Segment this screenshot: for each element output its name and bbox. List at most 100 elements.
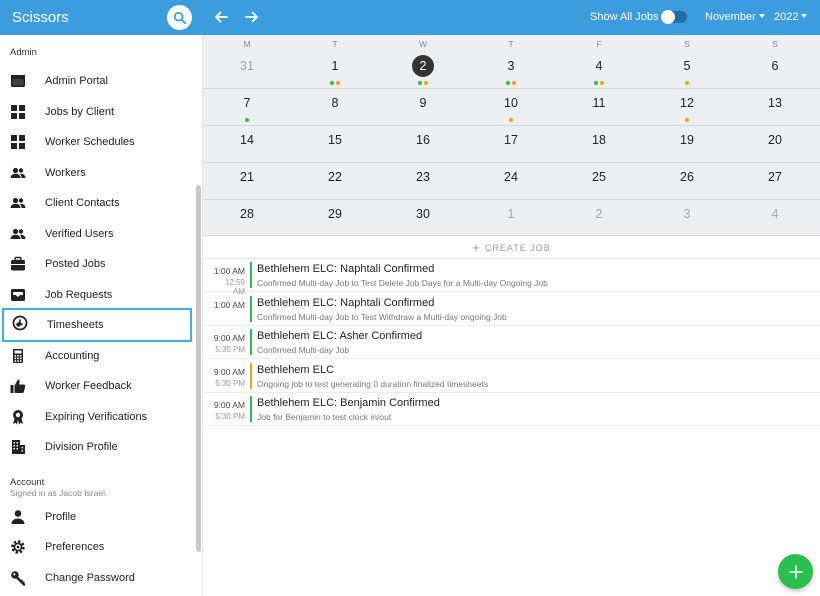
job-start-time: 1:00 AM xyxy=(213,299,245,310)
sidebar-item-workers[interactable]: Workers xyxy=(0,158,194,188)
year-select[interactable]: 2022 xyxy=(774,11,808,23)
calendar-day[interactable]: 10 xyxy=(491,89,531,123)
calendar-day[interactable]: 16 xyxy=(403,126,443,160)
day-number: 31 xyxy=(240,59,254,73)
job-title: Bethlehem ELC: Asher Confirmed xyxy=(257,330,423,342)
calendar-day[interactable]: 20 xyxy=(755,126,795,160)
sidebar-item-client-contacts[interactable]: Client Contacts xyxy=(0,188,194,218)
sidebar-item-worker-schedules[interactable]: Worker Schedules xyxy=(0,127,194,157)
calendar-day[interactable]: 18 xyxy=(579,126,619,160)
job-end-time: 5:30 PM xyxy=(215,378,245,388)
calendar-day[interactable]: 9 xyxy=(403,89,443,123)
calendar-day[interactable]: 15 xyxy=(315,126,355,160)
calendar-day[interactable]: 26 xyxy=(667,163,707,197)
calendar-day[interactable]: 11 xyxy=(579,89,619,123)
weekday-header: S xyxy=(684,39,690,49)
calendar-day[interactable]: 1 xyxy=(491,200,531,234)
sidebar-item-verified-users[interactable]: Verified Users xyxy=(0,219,194,249)
calendar-day[interactable]: 12 xyxy=(667,89,707,123)
calendar-day[interactable]: 3 xyxy=(667,200,707,234)
pending-dot xyxy=(512,81,516,85)
gear-icon xyxy=(11,540,25,554)
calendar-grid: M T W T F S S 31 1 2 3 4 5 6 7 8 9 10 11 12 13 14 15 16 17 18 19 20… xyxy=(203,35,820,236)
search-button[interactable] xyxy=(167,5,192,30)
sidebar-item-label: Job Requests xyxy=(45,289,113,301)
calendar-day[interactable]: 7 xyxy=(227,89,267,123)
calendar-day[interactable]: 22 xyxy=(315,163,355,197)
job-start-time: 9:00 AM xyxy=(213,333,245,343)
calendar-day[interactable]: 30 xyxy=(403,200,443,234)
job-list-item[interactable]: 9:00 AM 5:30 PM Bethlehem ELC: Benjamin Co… xyxy=(203,393,820,426)
day-number: 6 xyxy=(771,59,779,73)
day-number: 4 xyxy=(771,207,779,221)
day-number: 11 xyxy=(592,96,606,110)
sidebar-item-expiring-verifications[interactable]: Expiring Verifications xyxy=(0,402,194,432)
sidebar-item-posted-jobs[interactable]: Posted Jobs xyxy=(0,249,194,279)
sidebar-item-job-requests[interactable]: Job Requests xyxy=(0,280,194,310)
job-status-bar xyxy=(250,295,252,322)
sidebar-item-label: Change Password xyxy=(45,572,135,584)
calendar-day[interactable]: 3 xyxy=(491,52,531,86)
sidebar-item-label: Expiring Verifications xyxy=(45,411,148,423)
sidebar-item-preferences[interactable]: Preferences xyxy=(0,532,194,562)
arrow-left-icon[interactable] xyxy=(213,9,229,25)
day-number: 30 xyxy=(416,207,430,221)
day-number: 10 xyxy=(504,96,518,110)
calendar-day[interactable]: 4 xyxy=(579,52,619,86)
job-list-item[interactable]: 9:00 AM 5:30 PM Bethlehem ELC: Asher Confi… xyxy=(203,326,820,359)
calendar-day[interactable]: 19 xyxy=(667,126,707,160)
sidebar-item-admin-portal[interactable]: Admin Portal xyxy=(0,66,194,96)
confirmed-dot xyxy=(330,81,334,85)
job-title: Bethlehem ELC xyxy=(257,363,335,376)
day-number: 8 xyxy=(331,96,339,110)
calendar-day[interactable]: 29 xyxy=(315,200,355,234)
job-description: Confirmed Multi-day Job to Test Withdraw… xyxy=(257,311,507,322)
sidebar-item-timesheets[interactable]: Timesheets xyxy=(2,308,192,342)
sidebar-item-jobs-by-client[interactable]: Jobs by Client xyxy=(0,97,194,127)
calendar-day-today[interactable]: 2 xyxy=(403,52,443,86)
calendar-day[interactable]: 25 xyxy=(579,163,619,197)
sidebar-item-profile[interactable]: Profile xyxy=(0,502,194,532)
arrow-right-icon[interactable] xyxy=(244,9,260,25)
calendar-day[interactable]: 2 xyxy=(579,200,619,234)
create-job-button[interactable]: + CREATE JOB xyxy=(203,237,820,259)
confirmed-dot xyxy=(594,81,598,85)
calendar-day[interactable]: 31 xyxy=(227,52,267,86)
sidebar-item-accounting[interactable]: Accounting xyxy=(0,341,194,371)
calendar-day[interactable]: 24 xyxy=(491,163,531,197)
calendar-day[interactable]: 28 xyxy=(227,200,267,234)
event-indicators xyxy=(491,116,531,122)
sidebar-scrollbar[interactable] xyxy=(196,185,201,552)
show-all-jobs-toggle[interactable] xyxy=(661,10,687,24)
sidebar-item-change-password[interactable]: Change Password xyxy=(0,563,194,593)
signed-in-text: Signed in as Jacob Israel. xyxy=(10,488,108,498)
calendar-day[interactable]: 23 xyxy=(403,163,443,197)
people-icon xyxy=(10,197,26,208)
job-list-item[interactable]: 1:00 AM 12:59 AM Bethlehem ELC: Naphtali C… xyxy=(203,259,820,296)
weekday-header: M xyxy=(243,39,251,49)
calendar-day[interactable]: 1 xyxy=(315,52,355,86)
calendar-day[interactable]: 13 xyxy=(755,89,795,123)
month-select[interactable]: November xyxy=(705,11,765,23)
toggle-knob xyxy=(661,10,675,24)
job-list-item[interactable]: 9:00 AM 5:30 PM Bethlehem ELC Ongoing job t… xyxy=(203,360,820,393)
day-number: 3 xyxy=(507,59,515,73)
plus-icon xyxy=(788,564,803,579)
job-description: Ongoing job to test generating 0 duratio… xyxy=(257,378,489,389)
sidebar-item-label: Preferences xyxy=(45,541,105,553)
day-number: 22 xyxy=(328,170,342,184)
add-job-fab[interactable] xyxy=(778,554,813,589)
sidebar-item-worker-feedback[interactable]: Worker Feedback xyxy=(0,371,194,401)
calendar-day[interactable]: 27 xyxy=(755,163,795,197)
calendar-day[interactable]: 14 xyxy=(227,126,267,160)
calendar-day[interactable]: 21 xyxy=(227,163,267,197)
calendar-day[interactable]: 6 xyxy=(755,52,795,86)
calendar-day[interactable]: 17 xyxy=(491,126,531,160)
calendar-day[interactable]: 5 xyxy=(667,52,707,86)
calendar-day[interactable]: 4 xyxy=(755,200,795,234)
calendar-day[interactable]: 8 xyxy=(315,89,355,123)
job-list-item[interactable]: 1:00 AM Bethlehem ELC: Naphtali Confirmed… xyxy=(203,293,820,326)
sidebar-item-division-profile[interactable]: Division Profile xyxy=(0,432,194,462)
confirmed-dot xyxy=(418,81,422,85)
pending-dot xyxy=(336,81,340,85)
